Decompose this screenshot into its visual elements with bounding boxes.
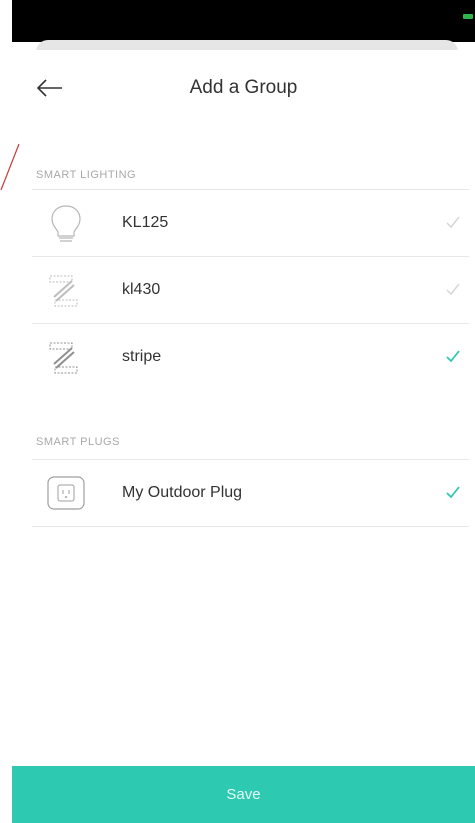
device-name: stripe [122,348,162,365]
device-name: My Outdoor Plug [122,484,243,501]
save-button[interactable]: Save [12,766,475,823]
add-group-sheet: Add a Group SMART LIGHTING KL125 kl430 s… [12,50,475,823]
list-item[interactable]: My Outdoor Plug [32,459,469,527]
check-icon [443,212,463,232]
save-button-label: Save [226,786,261,803]
bulb-icon [44,202,88,244]
check-icon [443,482,463,502]
plug-icon [44,472,88,514]
battery-icon [463,14,473,19]
list-item[interactable]: KL125 [32,189,469,256]
section-label-smart-plugs: SMART PLUGS [36,436,120,448]
status-bar [12,0,475,42]
list-item[interactable]: stripe [32,323,469,390]
check-icon [443,279,463,299]
light-strip-icon [44,269,88,311]
app-screen: Add a Group SMART LIGHTING KL125 kl430 s… [0,0,475,823]
check-icon [443,346,463,366]
list-item[interactable]: kl430 [32,256,469,323]
device-name: kl430 [122,281,161,298]
header: Add a Group [12,50,475,136]
device-name: KL125 [122,214,169,231]
page-title: Add a Group [189,77,298,98]
section-label-smart-lighting: SMART LIGHTING [36,169,137,181]
light-strip-icon [44,336,88,378]
